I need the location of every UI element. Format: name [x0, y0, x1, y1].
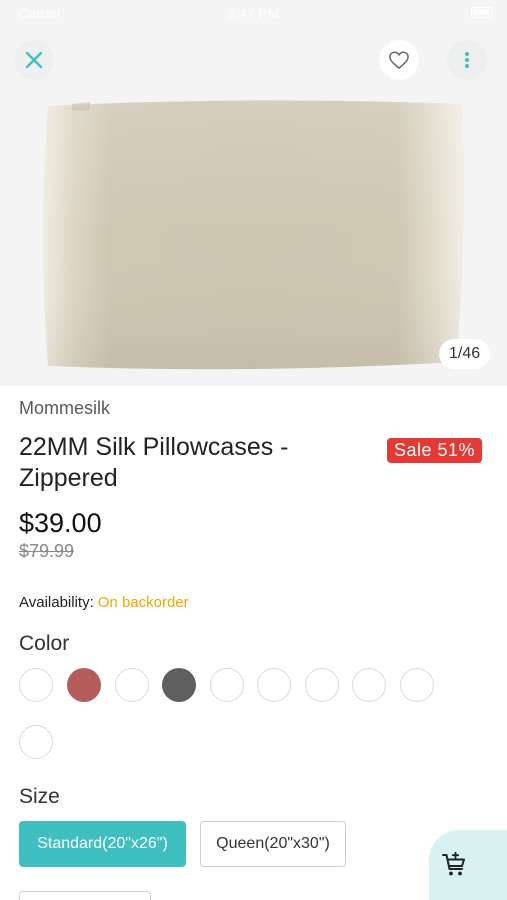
color-swatch-10[interactable]: [19, 725, 53, 759]
close-button[interactable]: [14, 40, 54, 80]
original-price: $79.99: [19, 541, 75, 561]
heart-icon: [389, 51, 409, 70]
clock: 3:47 PM: [227, 5, 280, 21]
more-vertical-icon: [465, 52, 469, 68]
add-to-cart-icon: [442, 852, 465, 876]
pillowcase-image: [43, 100, 464, 370]
sale-badge: Sale 51%: [387, 438, 483, 463]
availability: Availability: On backorder: [19, 594, 189, 611]
color-swatch-3[interactable]: [115, 668, 149, 702]
product-image-gallery[interactable]: [0, 0, 507, 386]
add-to-cart-button[interactable]: [429, 830, 507, 900]
color-swatch-9[interactable]: [400, 668, 434, 702]
product-title: 22MM Silk Pillowcases - Zippered: [19, 433, 289, 492]
color-swatch-2[interactable]: [67, 668, 101, 702]
brand-name[interactable]: Mommesilk: [19, 398, 110, 419]
current-price: $39.00: [19, 508, 102, 538]
battery-icon: [471, 7, 493, 18]
color-swatch-1[interactable]: [19, 668, 53, 702]
size-option-more[interactable]: [19, 891, 151, 900]
favorite-button[interactable]: [379, 40, 419, 80]
more-options-button[interactable]: [447, 40, 487, 80]
color-swatch-5[interactable]: [210, 668, 244, 702]
availability-label: Availability:: [19, 594, 94, 611]
image-counter: 1/46: [439, 339, 491, 369]
availability-status: On backorder: [97, 594, 189, 611]
size-option-standard[interactable]: Standard(20"x26"): [19, 821, 186, 867]
color-swatch-8[interactable]: [352, 668, 386, 702]
close-icon: [25, 51, 43, 69]
color-swatch-7[interactable]: [305, 668, 339, 702]
status-bar: Carrier 3:47 PM: [0, 0, 507, 28]
color-swatch-4[interactable]: [162, 668, 196, 702]
size-label: Size: [19, 785, 60, 808]
color-label: Color: [19, 632, 70, 655]
color-swatch-6[interactable]: [257, 668, 291, 702]
size-option-queen[interactable]: Queen(20"x30"): [200, 821, 346, 867]
